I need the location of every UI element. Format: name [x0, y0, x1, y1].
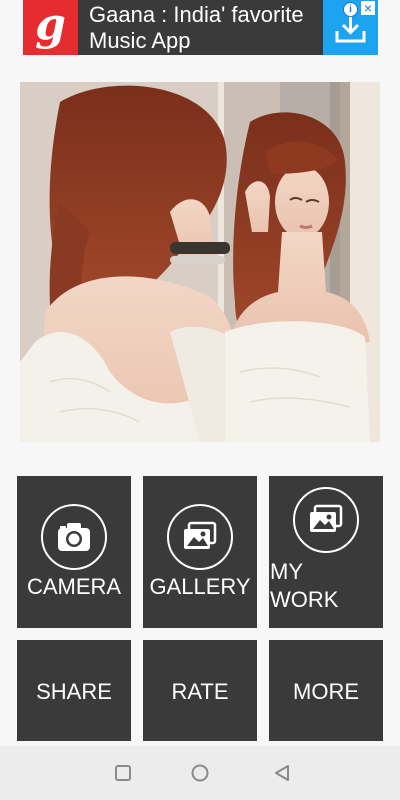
- share-tile[interactable]: SHARE: [17, 640, 131, 741]
- more-tile[interactable]: MORE: [269, 640, 383, 741]
- ad-close-icon[interactable]: ×: [361, 1, 375, 15]
- circle-icon: [191, 764, 209, 782]
- my-work-icon: [310, 504, 343, 532]
- share-label: SHARE: [36, 679, 112, 704]
- my-work-icon-circle: [293, 487, 359, 553]
- ad-banner[interactable]: g Gaana : India' favorite Music App i ×: [23, 0, 378, 55]
- woman-mirror-photo: [20, 82, 380, 442]
- navigation-bar: [0, 746, 400, 800]
- recents-button[interactable]: [93, 746, 153, 800]
- rate-tile[interactable]: RATE: [143, 640, 257, 741]
- hero-photo: [20, 82, 380, 442]
- download-icon: [335, 16, 366, 43]
- home-button[interactable]: [170, 746, 230, 800]
- gallery-icon-circle: [167, 504, 233, 570]
- gallery-tile[interactable]: GALLERY: [143, 476, 257, 628]
- gallery-label: GALLERY: [149, 574, 251, 599]
- ad-info-icon[interactable]: i: [343, 2, 358, 17]
- back-button[interactable]: [252, 746, 312, 800]
- more-label: MORE: [293, 679, 359, 704]
- square-icon: [115, 765, 131, 781]
- gaana-logo-icon: g: [23, 0, 78, 55]
- triangle-icon: [275, 765, 289, 781]
- rate-label: RATE: [171, 679, 229, 704]
- my-work-tile[interactable]: MY WORK: [269, 476, 383, 628]
- my-work-label: MY WORK: [270, 559, 339, 612]
- ad-title: Gaana : India' favorite Music App: [89, 2, 304, 53]
- gallery-icon: [184, 521, 217, 549]
- camera-icon: [58, 523, 90, 551]
- camera-label: CAMERA: [26, 574, 122, 599]
- camera-icon-circle: [41, 504, 107, 570]
- camera-tile[interactable]: CAMERA: [17, 476, 131, 628]
